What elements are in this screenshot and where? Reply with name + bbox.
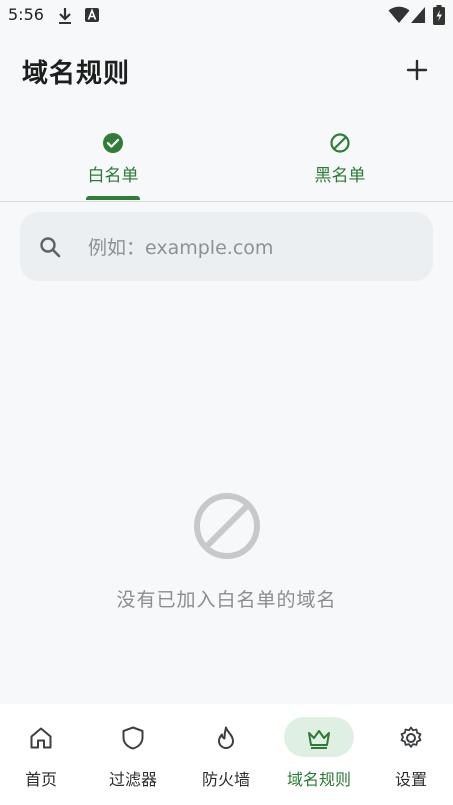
search-input[interactable] [86, 229, 410, 267]
nav-item-filters[interactable]: 过滤器 [88, 704, 178, 805]
status-time: 5:56 [8, 5, 44, 24]
nav-item-firewall[interactable]: 防火墙 [181, 704, 271, 805]
block-icon [330, 133, 350, 153]
signal-icon [411, 7, 425, 23]
nav-item-settings[interactable]: 设置 [366, 704, 453, 805]
nav-item-domain-rules[interactable]: 域名规则 [274, 704, 364, 805]
status-bar: 5:56 [0, 0, 453, 32]
bottom-navigation: 首页 过滤器 防火墙 域名规则 设置 [0, 704, 453, 805]
nav-label: 防火墙 [201, 770, 250, 789]
tab-label: 黑名单 [314, 166, 366, 186]
nav-item-home[interactable]: 首页 [0, 704, 86, 805]
nav-label: 域名规则 [286, 770, 351, 789]
download-icon [59, 8, 71, 24]
page-title: 域名规则 [22, 59, 131, 89]
shield-icon [122, 726, 144, 750]
plus-icon [406, 59, 428, 81]
nav-label: 过滤器 [108, 770, 157, 789]
check-circle-icon [103, 133, 123, 153]
add-rule-button[interactable] [400, 53, 434, 87]
tab-blacklist[interactable]: 黑名单 [227, 122, 453, 201]
crown-icon [308, 730, 330, 749]
app-notification-icon [85, 8, 99, 22]
home-icon [30, 727, 52, 749]
tab-whitelist[interactable]: 白名单 [0, 122, 226, 201]
search-icon [40, 237, 61, 258]
flame-icon [218, 726, 234, 749]
block-icon [194, 493, 260, 559]
tab-label: 白名单 [87, 166, 139, 186]
tab-indicator [86, 196, 140, 200]
gear-icon [400, 726, 422, 748]
tab-bar: 白名单 黑名单 [0, 122, 453, 202]
search-bar[interactable] [20, 212, 433, 281]
empty-state-text: 没有已加入白名单的域名 [116, 589, 337, 611]
nav-label: 首页 [24, 770, 57, 789]
battery-icon [433, 5, 445, 25]
nav-label: 设置 [394, 770, 427, 789]
wifi-icon [388, 6, 410, 23]
